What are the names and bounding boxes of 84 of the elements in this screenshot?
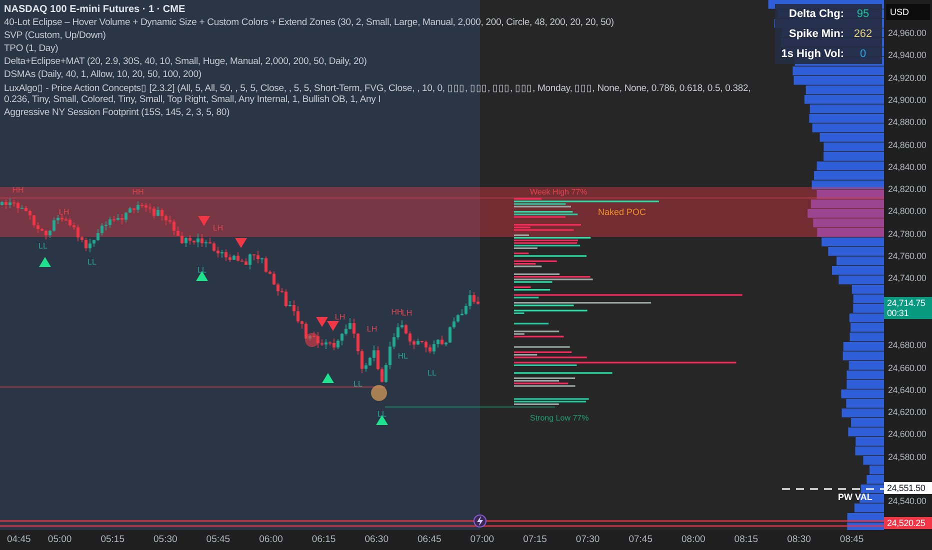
structure-label: LL — [198, 266, 206, 274]
price-label: 24,800.00 — [888, 206, 926, 216]
indicator-label[interactable]: Aggressive NY Session Footprint (15S, 145, 2, 3, 5, 80) — [4, 107, 230, 118]
price-label: 24,740.00 — [888, 273, 926, 284]
price-label: 24,860.00 — [888, 140, 926, 150]
time-label: 05:15 — [100, 534, 124, 545]
lightning-icon[interactable] — [474, 514, 486, 528]
circle-marker — [305, 333, 319, 347]
structure-label: LL — [428, 368, 436, 378]
stat-value: 95 — [856, 8, 870, 20]
price-label: 24,840.00 — [888, 162, 926, 172]
indicator-label[interactable]: LuxAlgo▯ - Price Action Concepts▯ [2.3.2] (All, 5, All, 50, , 5, 5, Close, , 5, 5, Short-Term, FVG, Close, , 10, 0, ▯▯▯, ▯▯▯, ▯▯▯, ▯▯▯, Monday, ▯▯▯, None, None, 0.786, 0.618, 0.5, 0.382, 0.236, Tiny, Small, Colored, Tiny, Small, Top Right, Small, Any Internal, 1, Bullish OB, 1, Any I — [4, 82, 764, 105]
circle-marker — [371, 385, 387, 401]
chart-title: NASDAQ 100 E-mini Futures · 1 · CME — [4, 4, 186, 15]
time-label: 07:30 — [576, 534, 600, 545]
price-label: 24,940.00 — [888, 50, 926, 60]
price-label: 24,580.00 — [888, 452, 926, 462]
structure-label: HH — [132, 188, 144, 196]
stat-label: Spike Min: — [788, 28, 844, 40]
price-label: 24,780.00 — [888, 228, 926, 239]
indicator-label[interactable]: Delta+Eclipse+MAT (20, 2.9, 30S, 40, 10, Small, Huge, Manual, 2,000, 200, 50, Daily, 20) — [4, 56, 367, 67]
structure-label: HH — [391, 308, 403, 316]
down-triangle-icon — [327, 321, 339, 331]
countdown-text: 00:31 — [887, 308, 910, 318]
structure-label: LL — [378, 410, 386, 418]
structure-label: HH — [12, 186, 24, 194]
level-label: Week High 77% — [530, 188, 588, 196]
indicator-label[interactable]: SVP (Custom, Up/Down) — [4, 30, 106, 41]
time-label: 07:15 — [523, 534, 547, 545]
stat-label: Delta Chg: — [788, 8, 844, 20]
time-label: 06:00 — [259, 534, 283, 545]
time-label: 04:45 — [7, 534, 31, 545]
time-label: 06:30 — [364, 534, 388, 545]
structure-label: LH — [366, 324, 378, 334]
time-label: 07:00 — [470, 534, 494, 545]
time-label: 06:15 — [312, 534, 336, 545]
stat-label: 1s High Vol: — [781, 48, 844, 60]
structure-label: LL — [354, 380, 362, 388]
down-triangle-icon — [198, 216, 210, 226]
time-label: 06:45 — [418, 534, 442, 545]
down-triangle-icon — [235, 238, 247, 248]
structure-label: LH — [212, 224, 224, 232]
price-label: 24,760.00 — [888, 251, 926, 261]
price-tag: 24,520.25 — [884, 517, 932, 530]
up-triangle-icon — [322, 373, 334, 383]
up-triangle-icon — [196, 271, 208, 281]
structure-label: LH — [58, 208, 70, 216]
time-label: 05:00 — [48, 534, 72, 545]
time-label: 08:30 — [787, 534, 811, 545]
time-label: 05:30 — [154, 534, 178, 545]
price-label: 24,660.00 — [888, 362, 926, 372]
structure-label: LH — [334, 312, 346, 322]
price-label: 24,540.00 — [888, 496, 926, 506]
time-label: 08:45 — [840, 534, 864, 545]
price-label: 24,680.00 — [888, 340, 926, 350]
price-label: 24,620.00 — [888, 407, 926, 418]
indicator-label[interactable]: 40-Lot Eclipse – Hover Volume + Dynamic Size + Custom Colors + Extend Zones (30, 2, Small, Large, Manual, 2,000, 200, Circle, 48, 200, 20, 20, 50) — [4, 17, 614, 28]
time-label: 05:45 — [206, 534, 230, 545]
price-label: 24,600.00 — [888, 429, 926, 440]
level-label: Naked POC — [598, 207, 646, 217]
structure-label: LL — [38, 242, 48, 250]
currency-label[interactable]: USD — [886, 4, 930, 20]
level-label: Strong Low 77% — [530, 414, 589, 422]
up-triangle-icon — [376, 415, 388, 425]
price-label: 24,880.00 — [888, 117, 926, 128]
price-label: 24,900.00 — [888, 94, 926, 105]
price-text: 24,714.75 — [887, 298, 926, 308]
price-label: 24,820.00 — [888, 184, 926, 194]
structure-label: LH — [402, 308, 412, 318]
structure-label: LL — [88, 258, 96, 266]
indicator-label[interactable]: TPO (1, Day) — [4, 43, 58, 54]
down-triangle-icon — [316, 317, 328, 327]
time-label: 08:00 — [682, 534, 706, 545]
time-label: 07:45 — [628, 534, 652, 545]
time-label: 08:15 — [734, 534, 758, 545]
up-triangle-icon — [39, 257, 51, 267]
structure-label: HL — [398, 352, 408, 360]
price-label: 24,960.00 — [888, 28, 926, 38]
price-tag: 24,551.50 — [884, 482, 932, 494]
indicator-label[interactable]: DSMAs (Daily, 40, 1, Allow, 10, 20, 50, 100, 200) — [4, 69, 202, 80]
stat-value: 262 — [852, 28, 874, 40]
price-label: 24,640.00 — [888, 384, 926, 395]
price-label: 24,920.00 — [888, 72, 926, 83]
stat-value: 0 — [858, 48, 868, 60]
